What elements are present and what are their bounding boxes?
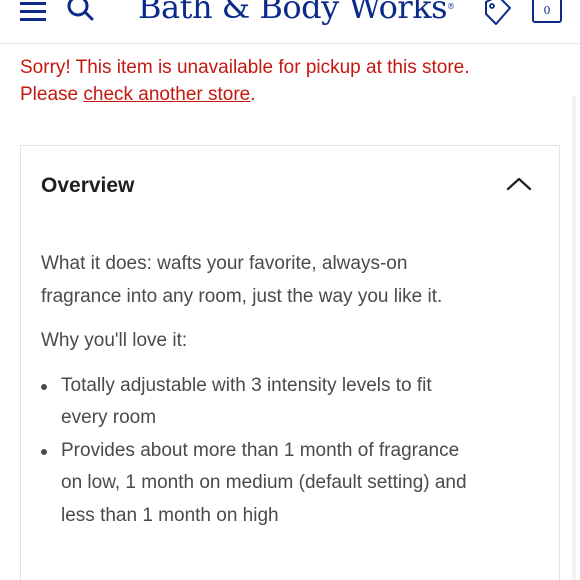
alert-suffix: .: [250, 84, 256, 105]
alert-line-2: Please check another store.: [20, 81, 560, 108]
search-icon[interactable]: [66, 0, 96, 22]
overview-title[interactable]: Overview: [41, 174, 134, 198]
alert-prefix: Please: [20, 84, 84, 105]
menu-icon[interactable]: [20, 2, 46, 22]
brand-name: Bath & Body Works: [138, 0, 448, 26]
what-it-does-text: What it does: wafts your favorite, alway…: [41, 253, 443, 307]
alert-message: Sorry! This item is unavailable for pick…: [20, 57, 470, 78]
pickup-unavailable-alert: Sorry! This item is unavailable for pick…: [20, 54, 560, 108]
brand-logo[interactable]: Bath & Body Works®: [138, 0, 455, 26]
why-love-text: Why you'll love it:: [41, 330, 188, 351]
list-item: Provides about more than 1 month of frag…: [41, 435, 471, 533]
list-item: Totally adjustable with 3 intensity leve…: [41, 370, 471, 435]
check-another-store-link[interactable]: check another store: [83, 84, 250, 105]
scrollbar[interactable]: [572, 96, 576, 580]
overview-content: What it does: wafts your favorite, alway…: [41, 248, 471, 532]
bag-count: 0: [543, 4, 551, 17]
feature-list: Totally adjustable with 3 intensity leve…: [41, 370, 471, 533]
bag-icon[interactable]: 0: [528, 0, 566, 24]
site-header: Bath & Body Works® 0: [0, 0, 580, 44]
tag-icon[interactable]: [484, 0, 512, 26]
chevron-up-icon[interactable]: [505, 176, 533, 192]
registered-mark: ®: [447, 2, 455, 11]
overview-section: Overview What it does: wafts your favori…: [20, 146, 560, 580]
